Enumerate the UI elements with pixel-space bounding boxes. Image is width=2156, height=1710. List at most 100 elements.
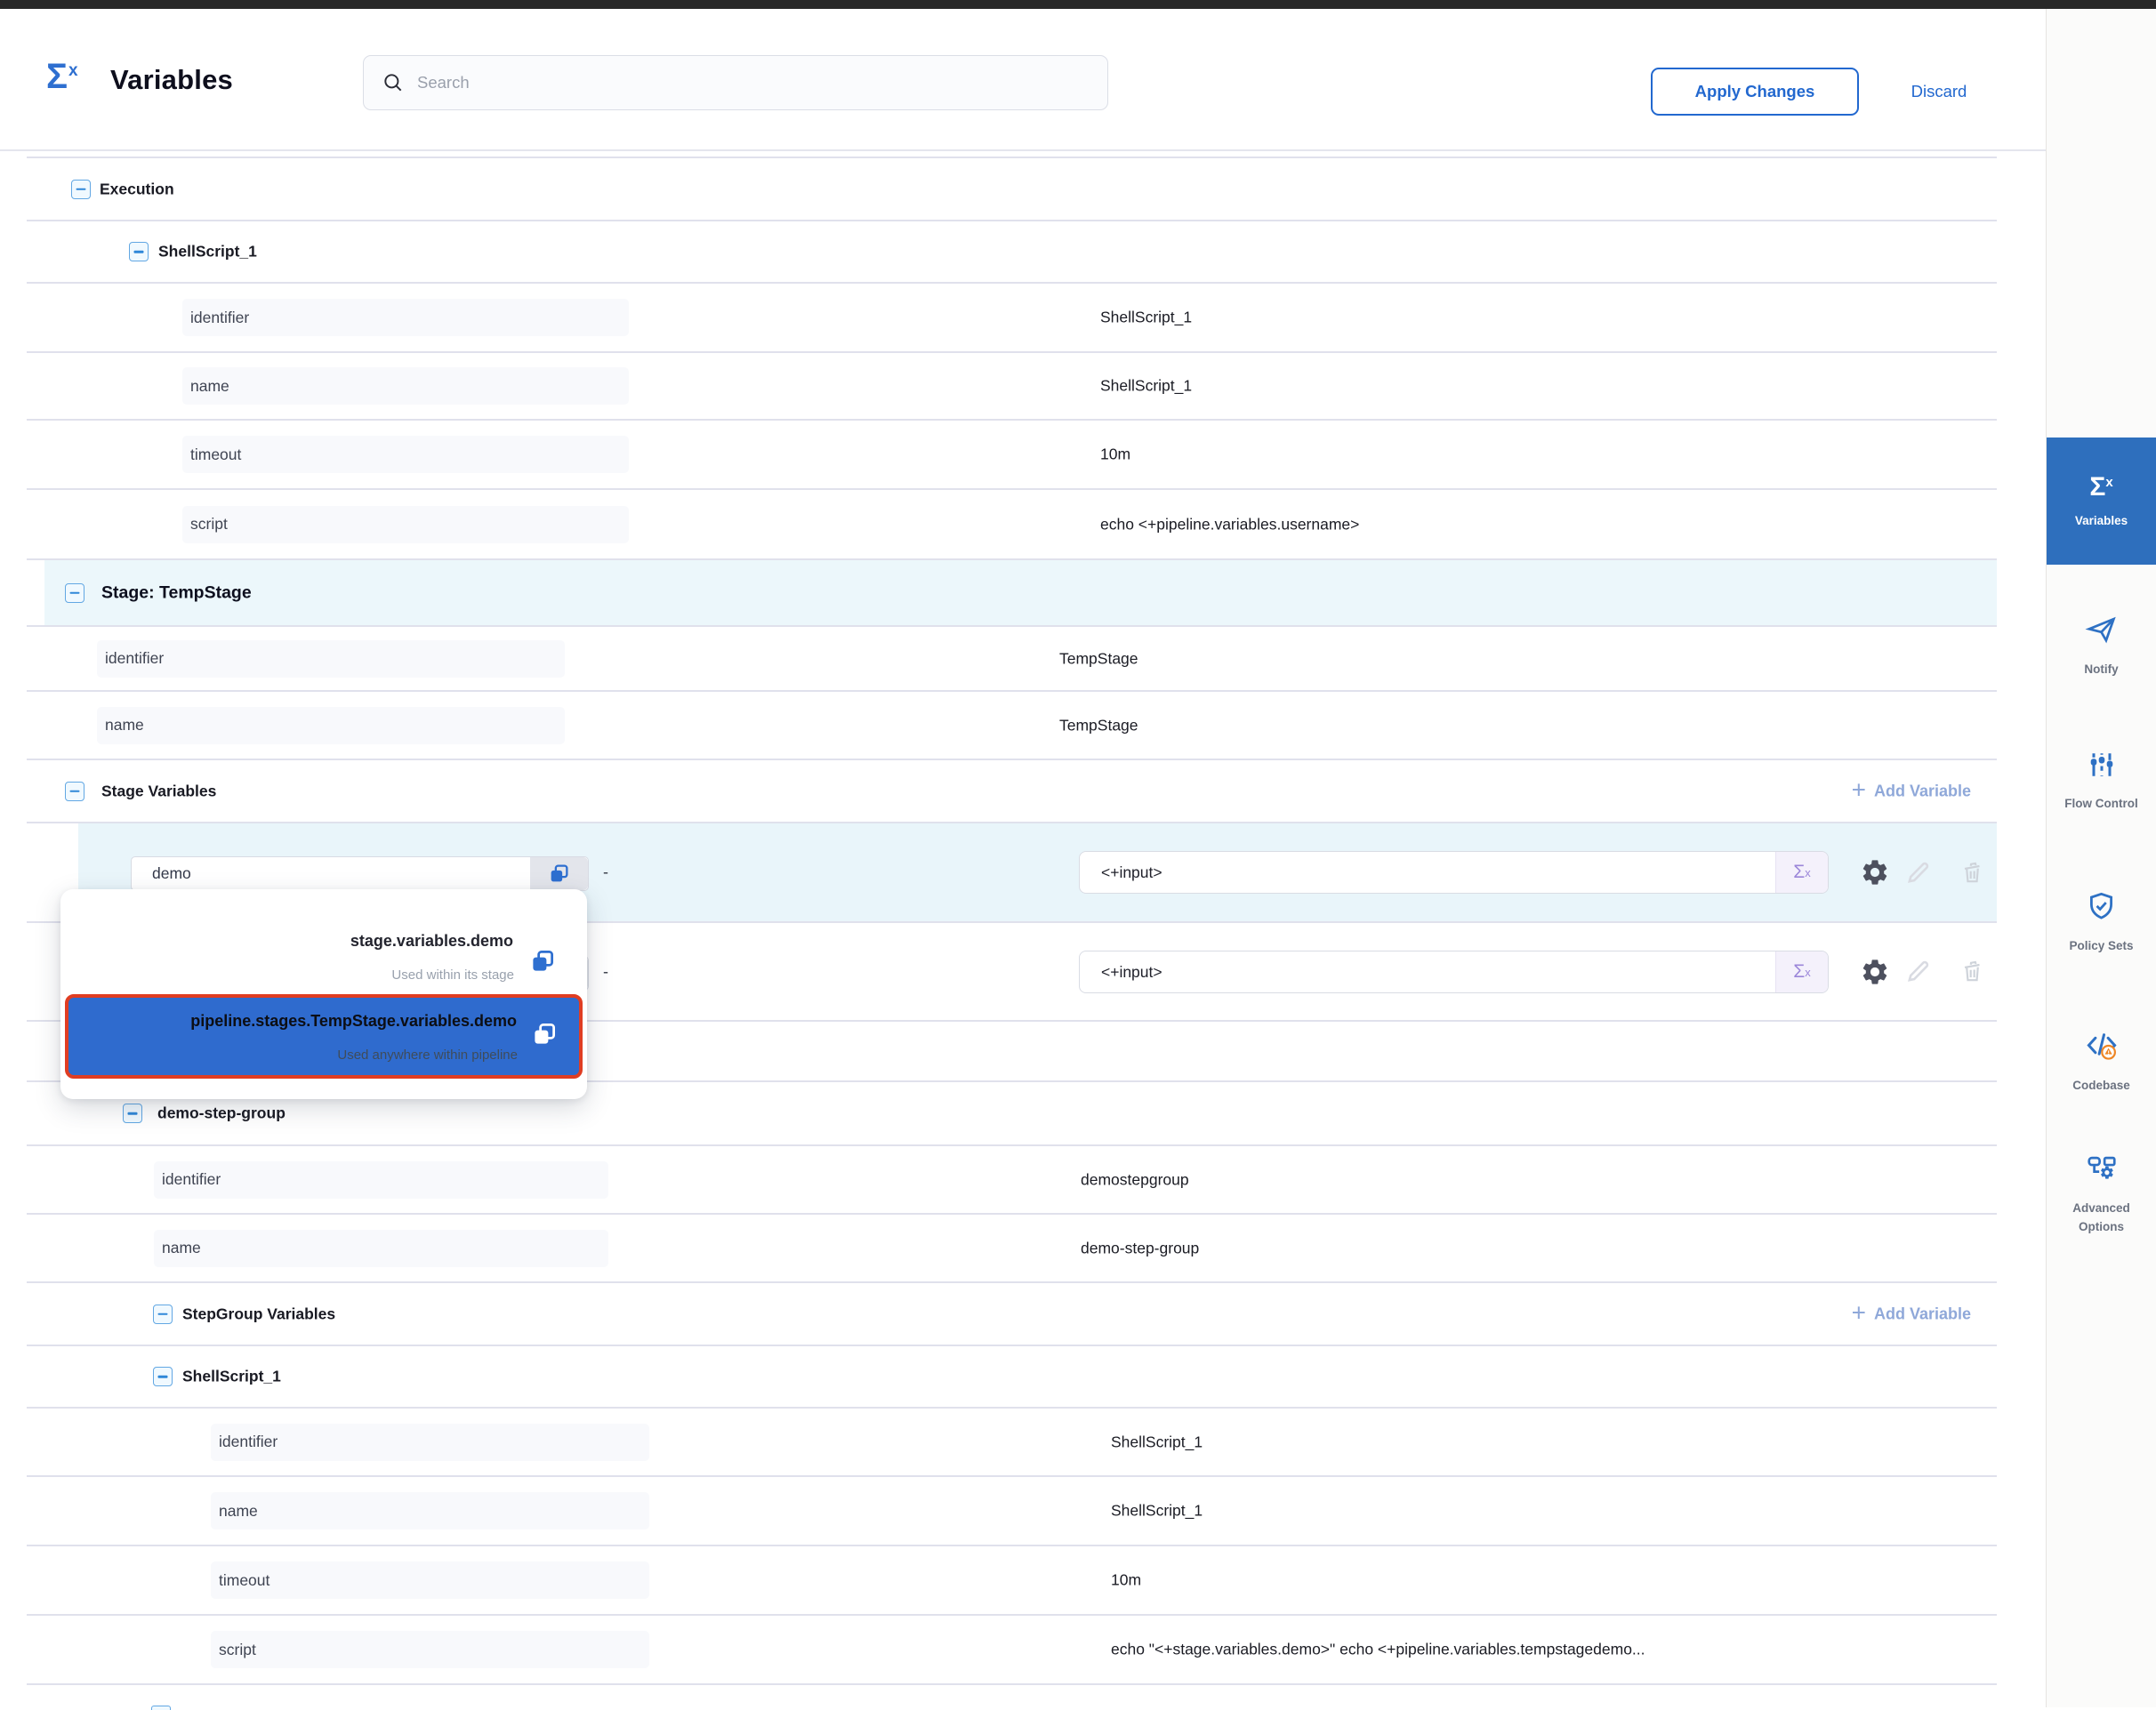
popup-option[interactable]: stage.variables.demo Used within its stag… [65,902,583,991]
field-value: ShellScript_1 [1111,1502,1203,1521]
expression-sigma-icon[interactable]: Σx [1775,951,1828,992]
add-variable-label: Add Variable [1874,782,1971,800]
group-row-execution: Execution [27,157,1997,220]
variable-value-input[interactable]: <+input>Σx [1079,951,1829,993]
sidebar-item-codebase[interactable]: Codebase [2047,1012,2156,1112]
field-value: 10m [1111,1571,1141,1590]
sidebar-item-notify[interactable]: Notify [2047,594,2156,696]
field-label-pill: script [211,1631,649,1668]
group-row-shellscript-1: ShellScript_1 [27,220,1997,282]
variable-scope: Used within its stage [391,967,514,983]
variable-description: - [603,962,608,981]
codebase-icon [2085,1029,2119,1067]
search-input[interactable] [415,72,1107,93]
copy-icon [529,948,556,975]
collapse-minus-icon[interactable] [65,583,84,603]
group-row-shellscript-1: ShellScript_1 [27,1345,1997,1407]
field-value: ShellScript_1 [1100,377,1192,396]
variable-value-input[interactable]: <+input>Σx [1079,851,1829,894]
field-label-pill: identifier [97,640,565,678]
field-row-name: name ShellScript_1 [27,1475,1997,1545]
notify-icon [2085,613,2119,651]
group-label: Execution [100,180,174,198]
discard-button[interactable]: Discard [1893,68,1985,116]
edit-pencil-icon[interactable] [1902,956,1934,988]
group-row-stage-variables: Stage Variables +Add Variable [27,759,1997,822]
field-label-pill: name [211,1492,649,1529]
policy-sets-icon [2085,890,2118,927]
sidebar-item-flow-control[interactable]: Flow Control [2047,723,2156,839]
variables-sigma-logo-icon: Σx [46,57,78,97]
variable-path: stage.variables.demo [350,932,513,951]
collapse-minus-icon[interactable] [129,242,149,261]
sidebar-item-policy-sets[interactable]: Policy Sets [2047,864,2156,980]
variable-value-text: <+input> [1080,963,1775,982]
group-row-stage-tempstage: Stage: TempStage [27,558,1997,625]
collapse-minus-icon[interactable] [65,782,84,801]
collapse-minus-icon[interactable] [71,180,91,199]
popup-option-selected[interactable]: pipeline.stages.TempStage.variables.demo… [65,994,583,1079]
edit-pencil-icon[interactable] [1902,856,1934,888]
add-variable-button[interactable]: +Add Variable [1852,1305,1971,1323]
field-value: echo "<+stage.variables.demo>" echo <+pi… [1111,1641,1645,1659]
sidebar-item-label: Flow Control [2052,794,2152,813]
variable-scope: Used anywhere within pipeline [337,1048,518,1063]
expression-sigma-icon[interactable]: Σx [1775,852,1828,893]
variable-path-popup: stage.variables.demo Used within its stag… [60,889,587,1099]
field-label-pill: timeout [182,436,629,473]
field-value: ShellScript_1 [1100,309,1192,327]
collapse-minus-icon[interactable] [153,1367,173,1386]
field-value: 10m [1100,446,1130,464]
row-highlight [44,560,1997,625]
copy-button[interactable] [531,1021,558,1052]
add-variable-button[interactable]: +Add Variable [1852,782,1971,800]
variables-icon: Σx [2089,472,2112,502]
copy-button[interactable] [530,857,588,890]
field-value: TempStage [1059,649,1138,668]
field-row-timeout: timeout10m [27,1545,1997,1614]
collapse-minus-icon[interactable] [123,1104,142,1123]
group-label: Stage Variables [101,782,216,800]
copy-button[interactable] [529,948,556,979]
variable-name-text: demo [132,864,530,883]
field-row-script: script echo "<+stage.variables.demo>" ech… [27,1614,1997,1683]
field-label-pill: identifier [182,299,629,336]
field-label-pill: identifier [211,1424,649,1461]
delete-trash-icon[interactable] [1956,956,1988,988]
copy-icon [531,1021,558,1048]
field-label-pill: name [182,367,629,405]
field-row-identifier: identifier TempStage [27,625,1997,690]
sidebar-item-label: Codebase [2052,1076,2152,1095]
field-value: echo <+pipeline.variables.username> [1100,515,1359,534]
copy-icon [548,863,570,885]
header: Σx Variables Apply Changes Discard [0,9,2046,151]
collapse-minus-icon[interactable] [151,1706,171,1710]
field-row-identifier: identifierdemostepgroup [27,1144,1997,1213]
field-row-script: scriptecho <+pipeline.variables.username… [27,488,1997,558]
field-row-name: namedemo-step-group [27,1213,1997,1281]
variable-name-field[interactable]: demo [131,856,589,891]
add-variable-label: Add Variable [1874,1305,1971,1323]
search-box[interactable] [363,55,1108,110]
gear-icon[interactable] [1859,956,1891,988]
sidebar-item-label: Advanced Options [2052,1199,2152,1236]
collapse-minus-icon[interactable] [153,1305,173,1324]
variable-path: pipeline.stages.TempStage.variables.demo [190,1012,517,1031]
top-strip [0,0,2156,9]
apply-changes-button[interactable]: Apply Changes [1651,68,1859,116]
group-label: Stage: TempStage [101,582,252,603]
delete-trash-icon[interactable] [1956,856,1988,888]
search-icon [382,71,405,94]
field-row-timeout: timeout 10m [27,419,1997,488]
variable-value-text: <+input> [1080,863,1775,882]
advanced-options-icon [2085,1152,2119,1190]
sidebar-item-advanced-options[interactable]: Advanced Options [2047,1138,2156,1249]
gear-icon[interactable] [1859,856,1891,888]
field-value: TempStage [1059,716,1138,735]
sidebar-item-label: Notify [2052,660,2152,678]
sidebar-item-variables[interactable]: ΣxVariables [2047,438,2156,565]
field-label-pill: name [97,707,565,744]
field-value: demo-step-group [1081,1239,1199,1257]
field-row-identifier: identifierShellScript_1 [27,1407,1997,1475]
field-label-pill: identifier [154,1161,608,1199]
